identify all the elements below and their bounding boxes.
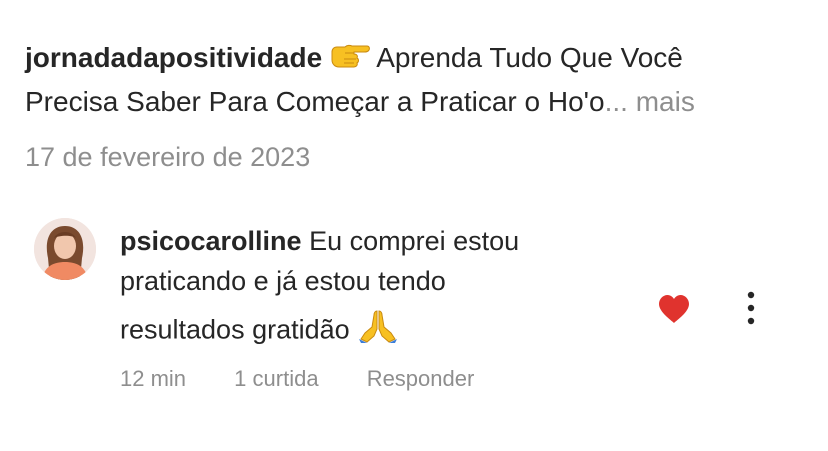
- comment-text-line-2: praticando e já estou tendo: [120, 266, 446, 296]
- comment-likes-count[interactable]: 1 curtida: [234, 366, 318, 392]
- heart-icon[interactable]: [657, 294, 691, 324]
- comment-body: psicocarolline Eu comprei estou pratican…: [120, 221, 620, 354]
- post-caption: jornadadapositividade Aprenda Tudo Que V…: [25, 37, 805, 123]
- comment-meta: 12 min 1 curtida Responder: [120, 366, 474, 392]
- comment-time: 12 min: [120, 366, 187, 391]
- pointing-right-icon: [330, 39, 370, 81]
- more-options-icon[interactable]: [740, 290, 762, 326]
- avatar[interactable]: [34, 218, 96, 280]
- folded-hands-icon: [357, 309, 399, 354]
- more-link[interactable]: mais: [636, 86, 695, 117]
- caption-ellipsis: ...: [604, 85, 628, 117]
- caption-line-1: Aprenda Tudo Que Você: [376, 42, 683, 73]
- comment-text-line-1: Eu comprei estou: [309, 226, 520, 256]
- post-username[interactable]: jornadadapositividade: [25, 42, 322, 73]
- caption-line-2: Precisa Saber Para Começar a Praticar o …: [25, 85, 605, 117]
- post-date: 17 de fevereiro de 2023: [25, 142, 311, 172]
- comment-text-line-3: resultados gratidão: [120, 314, 350, 345]
- reply-button[interactable]: Responder: [367, 366, 475, 392]
- comment-username[interactable]: psicocarolline: [120, 226, 302, 256]
